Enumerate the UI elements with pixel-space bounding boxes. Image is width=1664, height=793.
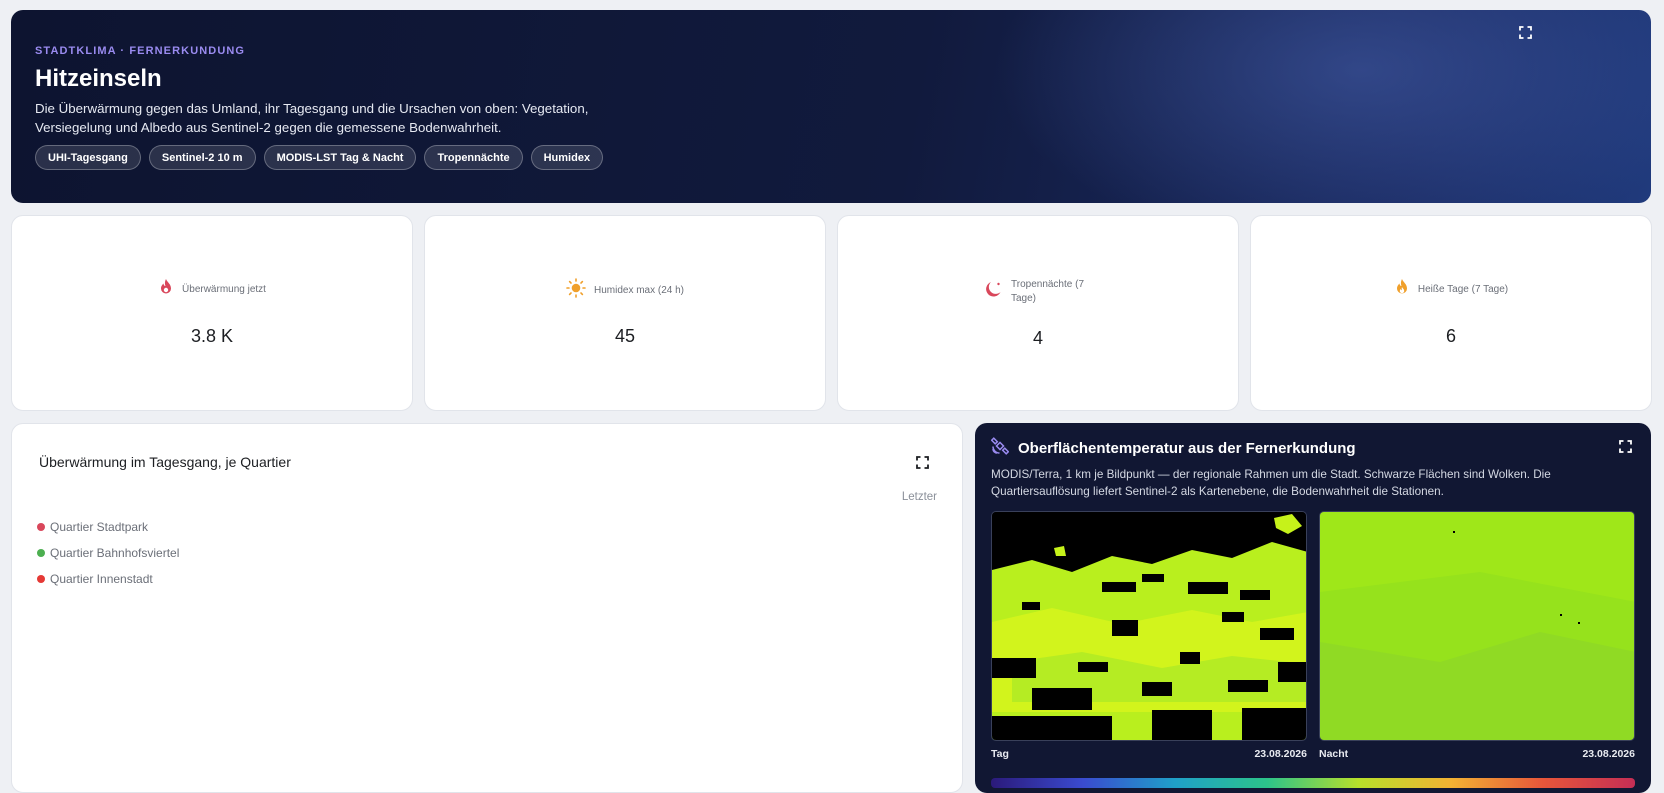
hero-fullscreen-icon[interactable]: [1519, 26, 1535, 42]
legend-item[interactable]: Quartier Innenstadt: [37, 566, 179, 592]
diurnal-chart-card: Überwärmung im Tagesgang, je Quartier Le…: [11, 423, 963, 793]
kpi-card-heisse-tage: Heiße Tage (7 Tage) 6: [1250, 215, 1652, 411]
legend-dot: [37, 575, 45, 583]
map-label: Nacht: [1319, 748, 1349, 760]
chart-legend: Quartier Stadtpark Quartier Bahnhofsvier…: [37, 514, 179, 592]
lst-night-caption: Nacht 23.08.2026: [1319, 748, 1635, 760]
satellite-description: MODIS/Terra, 1 km je Bildpunkt — der reg…: [991, 468, 1551, 498]
hero-eyebrow: STADTKLIMA · FERNERKUNDUNG: [35, 45, 246, 57]
legend-dot: [37, 549, 45, 557]
chart-fullscreen-icon[interactable]: [916, 456, 932, 472]
kpi-value: 45: [614, 326, 636, 346]
temperature-colorbar: [991, 778, 1635, 788]
flame-icon: [158, 278, 174, 301]
map-date: 23.08.2026: [1254, 748, 1307, 760]
kpi-label: Humidex max (24 h): [593, 284, 685, 296]
fire-icon: [1394, 278, 1410, 301]
chip-uhi-tagesgang[interactable]: UHI-Tagesgang: [35, 145, 141, 170]
lst-day-caption: Tag 23.08.2026: [991, 748, 1307, 760]
map-date: 23.08.2026: [1582, 748, 1635, 760]
hero-description: Die Überwärmung gegen das Umland, ihr Ta…: [35, 101, 589, 135]
moon-icon: [983, 280, 1003, 305]
legend-item[interactable]: Quartier Stadtpark: [37, 514, 179, 540]
satellite-fullscreen-icon[interactable]: [1619, 440, 1635, 456]
kpi-value: 6: [1445, 326, 1456, 346]
chart-title: Überwärmung im Tagesgang, je Quartier: [39, 454, 291, 470]
map-label: Tag: [991, 748, 1009, 760]
legend-label: Quartier Bahnhofsviertel: [50, 546, 180, 560]
kpi-card-tropennaechte: Tropennächte (7 Tage) 4: [837, 215, 1239, 411]
chip-sentinel[interactable]: Sentinel-2 10 m: [148, 145, 256, 170]
kpi-card-humidex: Humidex max (24 h) 45: [424, 215, 826, 411]
legend-label: Quartier Stadtpark: [50, 520, 149, 534]
legend-item[interactable]: Quartier Bahnhofsviertel: [37, 540, 179, 566]
chip-humidex[interactable]: Humidex: [530, 145, 604, 170]
kpi-label: Heiße Tage (7 Tage): [1417, 283, 1509, 295]
chip-modis-lst[interactable]: MODIS-LST Tag & Nacht: [263, 145, 417, 170]
kpi-card-ueberwaermung: Überwärmung jetzt 3.8 K: [11, 215, 413, 411]
satellite-panel: Oberflächentemperatur aus der Fernerkund…: [975, 423, 1651, 793]
legend-dot: [37, 523, 45, 531]
kpi-label: Tropennächte (7 Tage): [1011, 279, 1085, 304]
legend-label: Quartier Innenstadt: [50, 572, 153, 586]
hero-banner: STADTKLIMA · FERNERKUNDUNG Hitzeinseln D…: [11, 10, 1651, 203]
page-title: Hitzeinseln: [35, 65, 162, 92]
tag-chips: UHI-Tagesgang Sentinel-2 10 m MODIS-LST …: [35, 145, 604, 170]
kpi-value: 4: [1032, 328, 1043, 348]
lst-day-map[interactable]: [991, 511, 1307, 741]
kpi-value: 3.8 K: [190, 326, 234, 346]
satellite-title: Oberflächentemperatur aus der Fernerkund…: [1018, 439, 1356, 457]
sun-icon: [566, 278, 586, 303]
chip-tropennaechte[interactable]: Tropennächte: [424, 145, 523, 170]
kpi-label: Überwärmung jetzt: [182, 283, 266, 295]
lst-night-map[interactable]: [1319, 511, 1635, 741]
satellite-icon: [990, 437, 1010, 459]
chart-latest-label: Letzter: [901, 491, 937, 503]
